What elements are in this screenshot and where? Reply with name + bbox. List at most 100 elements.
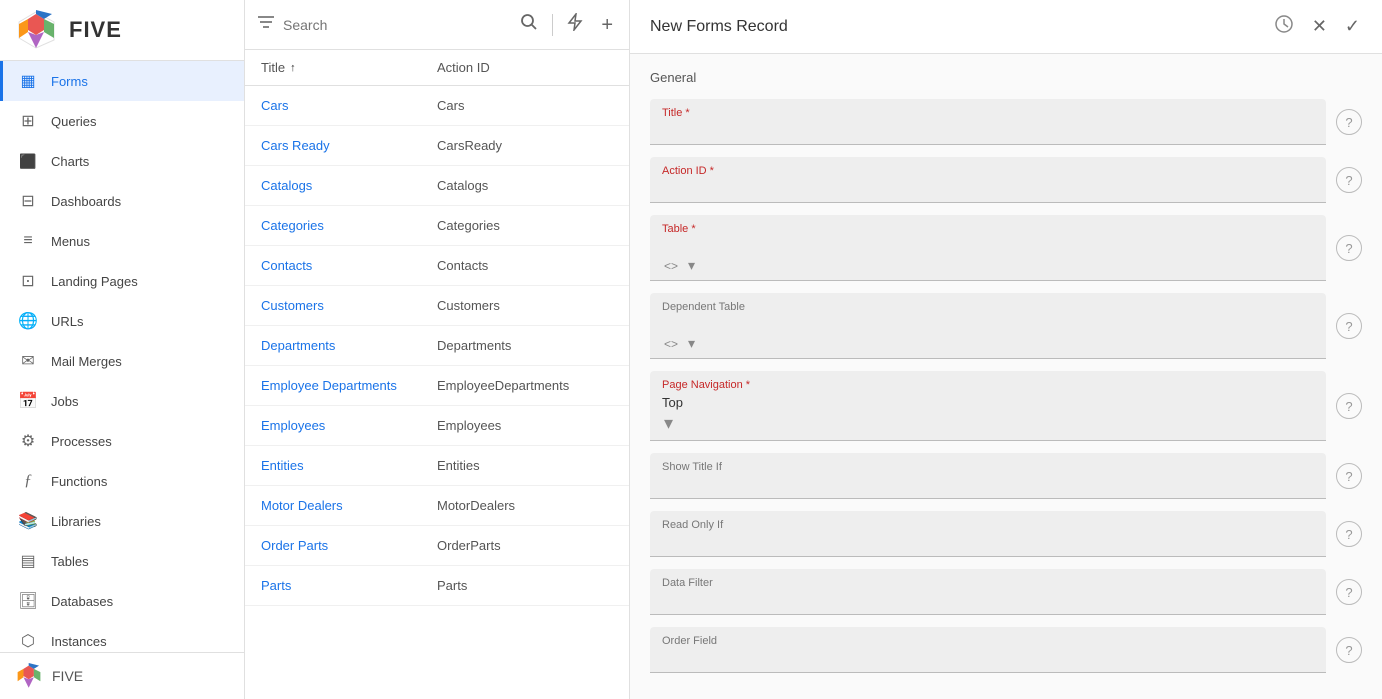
sidebar-label-queries: Queries [51, 114, 97, 129]
lightning-button[interactable] [563, 11, 587, 38]
sort-asc-icon: ↑ [290, 62, 296, 74]
filter-icon[interactable] [257, 14, 275, 35]
table-row[interactable]: Parts Parts [245, 566, 629, 606]
field-show-title-if: Show Title If ? [650, 453, 1362, 499]
field-read-only-if-input[interactable] [662, 535, 1314, 550]
sidebar-label-jobs: Jobs [51, 394, 78, 409]
right-content: General Title * ? Action ID * ? Table * [630, 54, 1382, 699]
field-page-navigation-help[interactable]: ? [1336, 393, 1362, 419]
sidebar-item-menus[interactable]: ≡ Menus [0, 221, 244, 261]
table-row[interactable]: Employees Employees [245, 406, 629, 446]
close-button[interactable]: ✕ [1310, 14, 1329, 39]
field-show-title-if-input[interactable] [662, 477, 1314, 492]
row-actionid: CarsReady [437, 138, 613, 153]
field-action-id-label: Action ID * [662, 165, 1314, 177]
sidebar-item-charts[interactable]: ⬛ Charts [0, 141, 244, 181]
field-order-field-container: Order Field [650, 627, 1326, 673]
field-table-code-btn[interactable]: <> [662, 259, 680, 273]
queries-icon: ⊞ [17, 110, 39, 132]
field-page-navigation-dropdown-btn[interactable]: ▾ [662, 413, 675, 434]
sidebar-item-dashboards[interactable]: ⊟ Dashboards [0, 181, 244, 221]
sidebar-item-libraries[interactable]: 📚 Libraries [0, 501, 244, 541]
row-title: Customers [261, 298, 437, 313]
logo-area: FIVE [0, 0, 244, 61]
table-row[interactable]: Departments Departments [245, 326, 629, 366]
field-dependent-table-code-btn[interactable]: <> [662, 337, 680, 351]
table-row[interactable]: Employee Departments EmployeeDepartments [245, 366, 629, 406]
add-button[interactable]: + [597, 13, 617, 37]
table-row[interactable]: Cars Ready CarsReady [245, 126, 629, 166]
field-table-help[interactable]: ? [1336, 235, 1362, 261]
confirm-button[interactable]: ✓ [1343, 14, 1362, 39]
field-title-container: Title * [650, 99, 1326, 145]
table-row[interactable]: Contacts Contacts [245, 246, 629, 286]
sidebar-label-mail-merges: Mail Merges [51, 354, 122, 369]
sidebar-item-queries[interactable]: ⊞ Queries [0, 101, 244, 141]
sidebar-item-mail-merges[interactable]: ✉ Mail Merges [0, 341, 244, 381]
search-input[interactable] [283, 17, 508, 33]
dashboards-icon: ⊟ [17, 190, 39, 212]
field-dependent-table-content: Dependent Table [662, 301, 1314, 335]
sidebar-bottom: FIVE [0, 652, 244, 699]
field-data-filter-help[interactable]: ? [1336, 579, 1362, 605]
sidebar-label-charts: Charts [51, 154, 89, 169]
field-read-only-if-help[interactable]: ? [1336, 521, 1362, 547]
field-action-id-input[interactable] [662, 181, 1314, 196]
field-dependent-table: Dependent Table <> ▾ ? [650, 293, 1362, 359]
history-button[interactable] [1272, 12, 1296, 41]
right-header: New Forms Record ✕ ✓ [630, 0, 1382, 54]
sidebar-item-tables[interactable]: ▤ Tables [0, 541, 244, 581]
table-row[interactable]: Customers Customers [245, 286, 629, 326]
table-row[interactable]: Catalogs Catalogs [245, 166, 629, 206]
sidebar-item-processes[interactable]: ⚙ Processes [0, 421, 244, 461]
forms-icon: ▦ [17, 70, 39, 92]
right-header-icons: ✕ ✓ [1272, 12, 1362, 41]
field-data-filter-input[interactable] [662, 593, 1314, 608]
field-dependent-table-controls: <> ▾ [662, 335, 1314, 352]
sidebar-bottom-label: FIVE [52, 668, 83, 684]
sidebar-label-processes: Processes [51, 434, 112, 449]
table-row[interactable]: Order Parts OrderParts [245, 526, 629, 566]
field-dependent-table-dropdown-btn[interactable]: ▾ [686, 335, 697, 352]
col-actionid-header: Action ID [437, 60, 613, 75]
field-action-id-help[interactable]: ? [1336, 167, 1362, 193]
sidebar-item-urls[interactable]: 🌐 URLs [0, 301, 244, 341]
search-button[interactable] [516, 11, 542, 38]
field-table-dropdown-btn[interactable]: ▾ [686, 257, 697, 274]
sidebar: FIVE ▦ Forms ⊞ Queries ⬛ Charts ⊟ Dashbo… [0, 0, 245, 699]
row-title: Catalogs [261, 178, 437, 193]
table-row[interactable]: Motor Dealers MotorDealers [245, 486, 629, 526]
row-actionid: Employees [437, 418, 613, 433]
sidebar-item-databases[interactable]: 🗄 Databases [0, 581, 244, 621]
field-order-field-help[interactable]: ? [1336, 637, 1362, 663]
field-show-title-if-help[interactable]: ? [1336, 463, 1362, 489]
row-actionid: Customers [437, 298, 613, 313]
landing-pages-icon: ⊡ [17, 270, 39, 292]
row-actionid: Cars [437, 98, 613, 113]
field-title: Title * ? [650, 99, 1362, 145]
table-row[interactable]: Cars Cars [245, 86, 629, 126]
sidebar-item-landing-pages[interactable]: ⊡ Landing Pages [0, 261, 244, 301]
row-actionid: Entities [437, 458, 613, 473]
tables-icon: ▤ [17, 550, 39, 572]
sidebar-item-forms[interactable]: ▦ Forms [0, 61, 244, 101]
right-panel: New Forms Record ✕ ✓ General Title * ? [630, 0, 1382, 699]
field-title-help[interactable]: ? [1336, 109, 1362, 135]
field-title-label: Title * [662, 107, 1314, 119]
row-title: Categories [261, 218, 437, 233]
sidebar-item-jobs[interactable]: 📅 Jobs [0, 381, 244, 421]
row-actionid: Catalogs [437, 178, 613, 193]
row-actionid: MotorDealers [437, 498, 613, 513]
instances-icon: ⬡ [17, 630, 39, 652]
mail-merges-icon: ✉ [17, 350, 39, 372]
table-row[interactable]: Categories Categories [245, 206, 629, 246]
sidebar-item-instances[interactable]: ⬡ Instances [0, 621, 244, 652]
field-table: Table * <> ▾ ? [650, 215, 1362, 281]
row-actionid: OrderParts [437, 538, 613, 553]
field-title-input[interactable] [662, 123, 1314, 138]
field-dependent-table-help[interactable]: ? [1336, 313, 1362, 339]
field-order-field-input[interactable] [662, 651, 1314, 666]
field-table-content: Table * [662, 223, 1314, 257]
sidebar-item-functions[interactable]: ƒ Functions [0, 461, 244, 501]
table-row[interactable]: Entities Entities [245, 446, 629, 486]
